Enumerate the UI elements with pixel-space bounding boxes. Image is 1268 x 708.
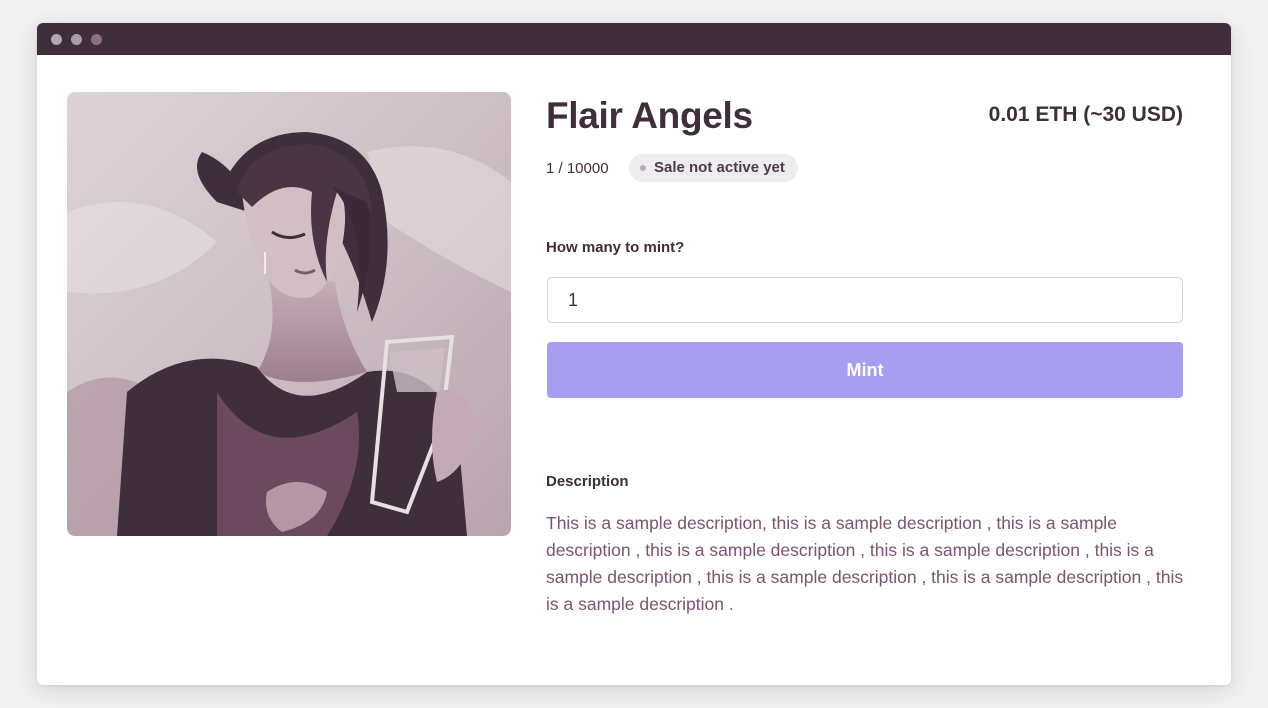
window-minimize-button[interactable] bbox=[71, 34, 82, 45]
nft-artwork-image bbox=[67, 92, 511, 536]
mint-price: 0.01 ETH (~30 USD) bbox=[988, 103, 1183, 126]
description-text: This is a sample description, this is a … bbox=[546, 513, 1184, 614]
collection-title: Flair Angels bbox=[546, 95, 753, 136]
description-heading: Description bbox=[546, 473, 629, 490]
app-window: Flair Angels 0.01 ETH (~30 USD) 1 / 1000… bbox=[37, 23, 1231, 685]
mint-quantity-label: How many to mint? bbox=[546, 239, 685, 256]
window-close-button[interactable] bbox=[51, 34, 62, 45]
mint-button[interactable]: Mint bbox=[547, 342, 1183, 398]
status-dot-icon bbox=[640, 165, 646, 171]
supply-counter: 1 / 10000 bbox=[546, 160, 609, 177]
mint-quantity-input[interactable] bbox=[547, 277, 1183, 323]
sale-status-badge: Sale not active yet bbox=[629, 154, 798, 182]
window-zoom-button[interactable] bbox=[91, 34, 102, 45]
window-titlebar bbox=[37, 23, 1231, 55]
sale-status-label: Sale not active yet bbox=[654, 159, 785, 176]
